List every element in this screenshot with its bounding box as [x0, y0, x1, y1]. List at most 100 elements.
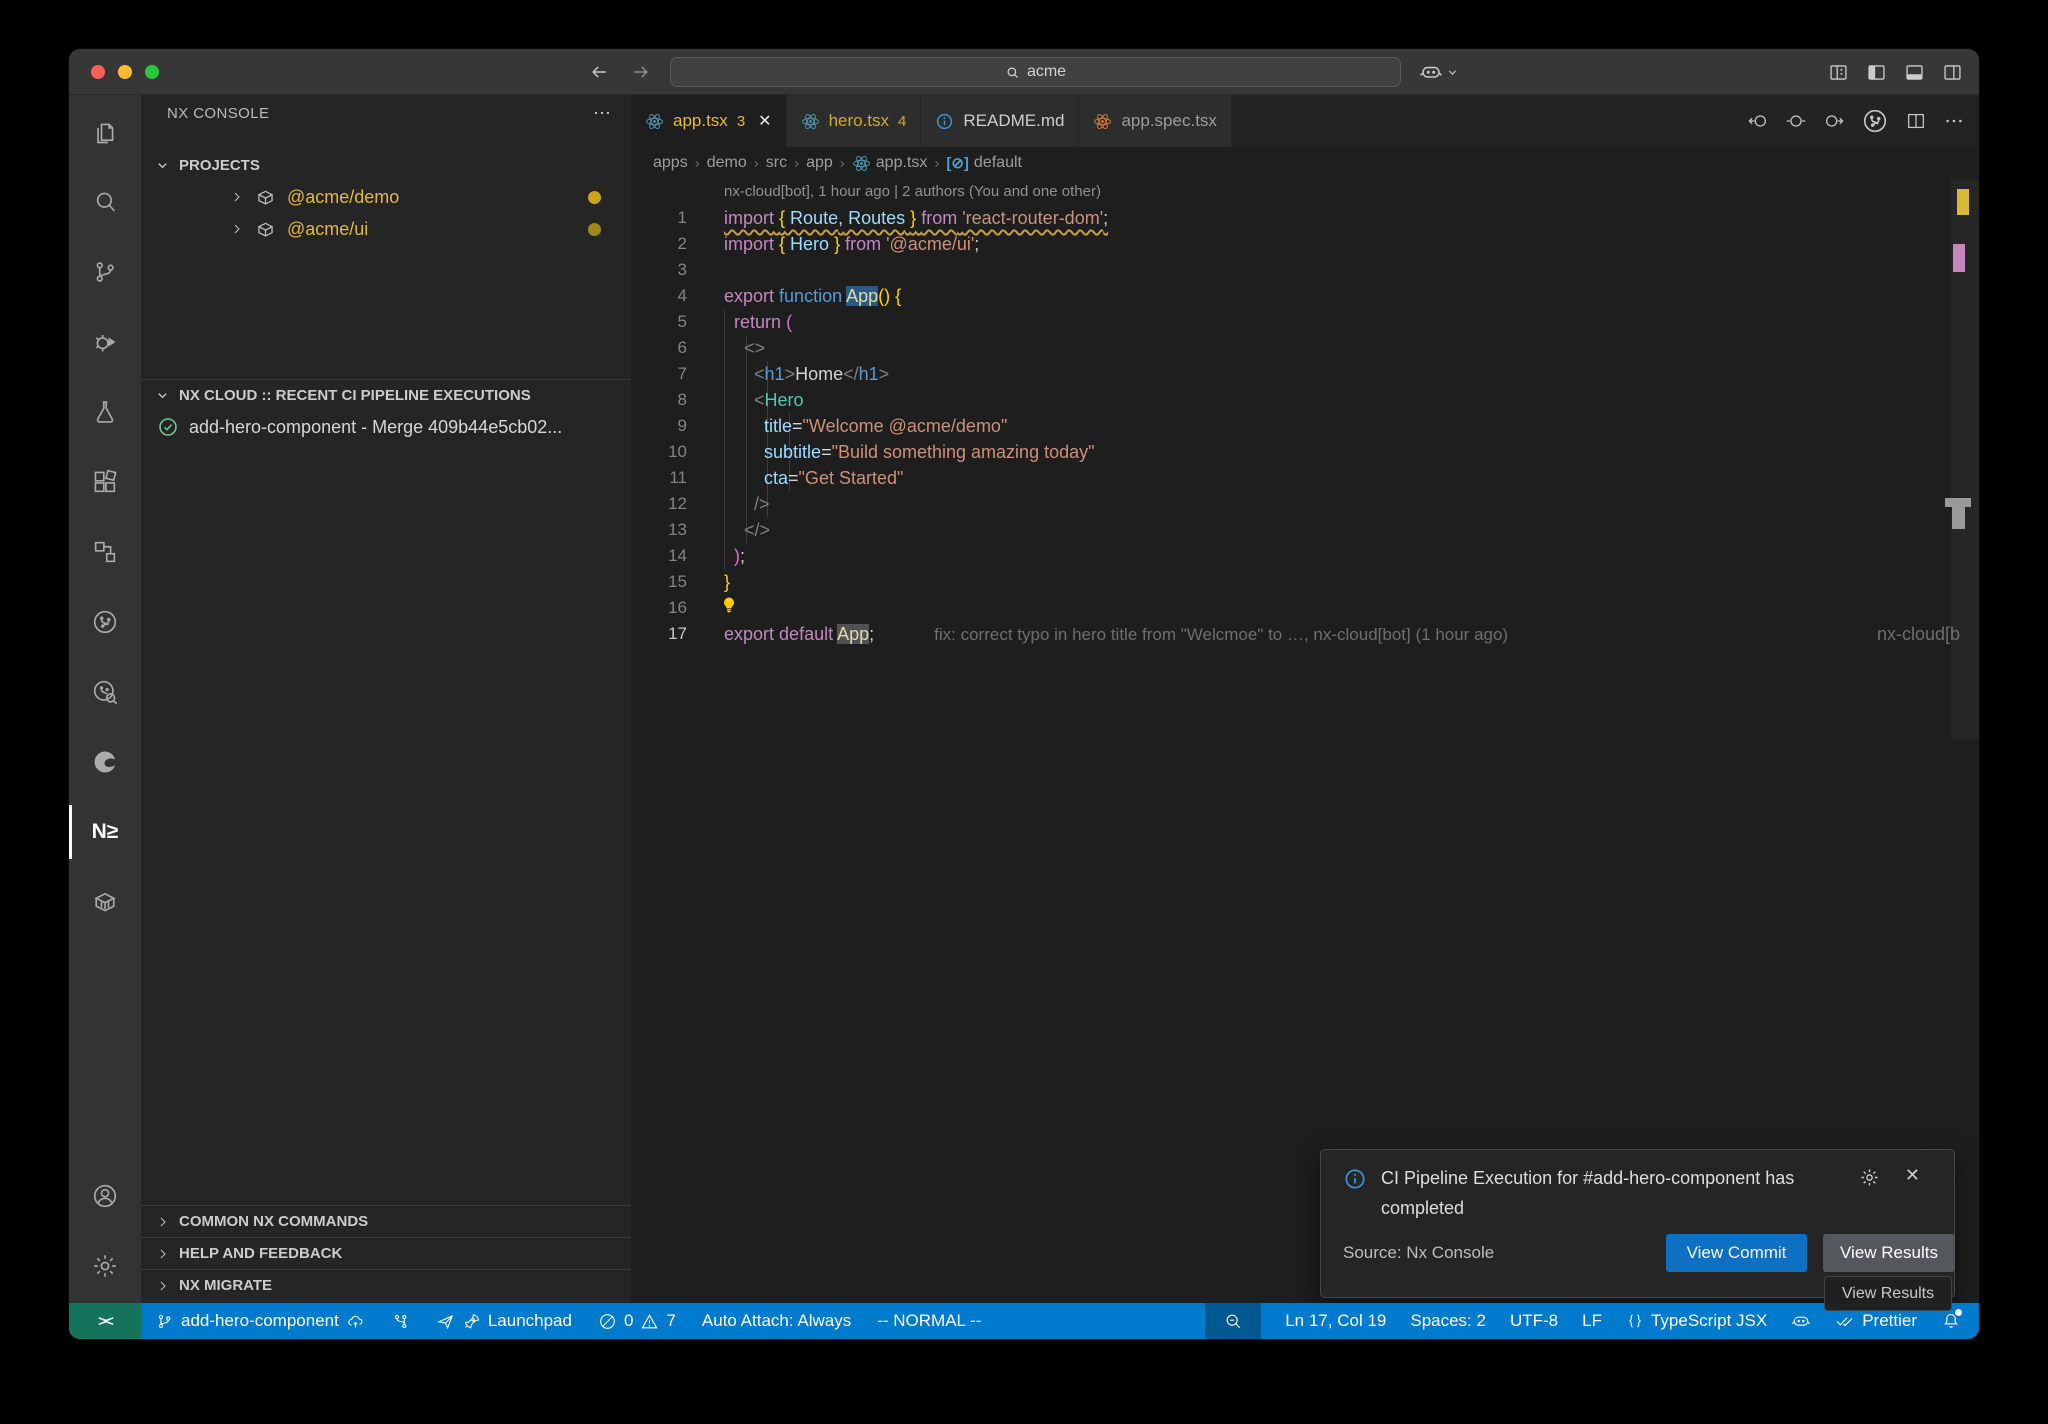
statusbar-launchpad[interactable]: Launchpad	[436, 1311, 572, 1331]
toggle-secondary-sidebar-icon[interactable]	[1942, 62, 1963, 83]
status-dot	[588, 223, 601, 236]
statusbar-indentation[interactable]: Spaces: 2	[1410, 1311, 1486, 1331]
view-commit-button[interactable]: View Commit	[1666, 1234, 1807, 1272]
statusbar-label: TypeScript JSX	[1651, 1311, 1767, 1331]
activity-item-testing[interactable]	[69, 377, 141, 447]
breadcrumb-item[interactable]: src	[766, 154, 787, 172]
statusbar-eol[interactable]: LF	[1582, 1311, 1602, 1331]
activity-item-commit-search[interactable]	[69, 657, 141, 727]
breadcrumb-item[interactable]: app	[806, 154, 833, 172]
git-blame-codelens[interactable]: nx-cloud[bot], 1 hour ago | 2 authors (Y…	[724, 183, 1101, 200]
token: ()	[878, 286, 890, 306]
breadcrumb-file[interactable]: app.tsx	[852, 154, 928, 173]
activity-item-settings[interactable]	[69, 1231, 141, 1301]
section-header-common-nx-commands[interactable]: COMMON NX COMMANDS	[141, 1205, 631, 1237]
section-header-projects[interactable]: PROJECTS	[141, 149, 631, 181]
maximize-window-button[interactable]	[145, 65, 159, 79]
minimize-window-button[interactable]	[118, 65, 132, 79]
statusbar-encoding[interactable]: UTF-8	[1510, 1311, 1558, 1331]
statusbar-auto-attach[interactable]: Auto Attach: Always	[702, 1311, 851, 1331]
code-text: }	[724, 569, 730, 595]
sidebar-more-actions-icon[interactable]: ⋯	[593, 103, 613, 124]
statusbar-problems[interactable]: 07	[598, 1311, 676, 1331]
open-change-icon[interactable]	[1785, 110, 1807, 132]
activity-item-search[interactable]	[69, 167, 141, 237]
statusbar-copilot[interactable]	[1791, 1311, 1811, 1331]
activity-item-accounts[interactable]	[69, 1161, 141, 1231]
breadcrumb-symbol-label: default	[974, 154, 1022, 172]
statusbar-zoom-indicator[interactable]	[1205, 1303, 1261, 1339]
tab-app.spec.tsx[interactable]: app.spec.tsx	[1079, 95, 1231, 147]
token: App	[846, 286, 878, 306]
statusbar-vim-mode[interactable]: -- NORMAL --	[877, 1311, 981, 1331]
pipeline-execution-item[interactable]: add-hero-component - Merge 409b44e5cb02.…	[141, 411, 631, 443]
line-number: 17	[631, 621, 687, 647]
tab-README.md[interactable]: README.md	[921, 95, 1079, 147]
project-item[interactable]: @acme/demo	[141, 181, 631, 213]
code-line: 14 );	[631, 543, 1979, 569]
statusbar-formatter[interactable]: Prettier	[1835, 1311, 1917, 1331]
section-header-nx-cloud[interactable]: NX CLOUD :: RECENT CI PIPELINE EXECUTION…	[141, 379, 631, 411]
statusbar-branch[interactable]: add-hero-component	[155, 1311, 365, 1331]
statusbar-commit-graph[interactable]	[391, 1312, 410, 1331]
chevron-right-icon	[155, 1214, 171, 1230]
token: function	[779, 286, 842, 306]
code-line: 1import { Route, Routes } from 'react-ro…	[631, 205, 1979, 231]
chevron-right-icon[interactable]	[229, 221, 245, 237]
token: >	[785, 364, 796, 384]
project-item[interactable]: @acme/ui	[141, 213, 631, 245]
token	[724, 364, 754, 384]
breadcrumb-item[interactable]: apps	[653, 154, 688, 172]
token: import	[724, 208, 774, 228]
toggle-primary-sidebar-icon[interactable]	[1866, 62, 1887, 83]
code-text: cta="Get Started"	[724, 465, 903, 491]
code-line: 12 />	[631, 491, 1979, 517]
more-actions-icon[interactable]	[1943, 110, 1965, 132]
activity-item-edge-tools[interactable]	[69, 727, 141, 797]
close-window-button[interactable]	[91, 65, 105, 79]
activity-item-source-control[interactable]	[69, 237, 141, 307]
notification-close-icon[interactable]: ✕	[1905, 1165, 1920, 1186]
activity-item-commit-graph[interactable]	[69, 587, 141, 657]
activity-item-extensions[interactable]	[69, 447, 141, 517]
activity-item-dependency-graph[interactable]	[69, 517, 141, 587]
remote-indicator[interactable]: ><	[69, 1303, 141, 1339]
command-center-search[interactable]: acme	[670, 57, 1401, 87]
branch-icon	[155, 1312, 174, 1331]
open-next-change-icon[interactable]	[1823, 110, 1845, 132]
token: (	[786, 312, 792, 332]
token: >	[879, 364, 890, 384]
chevron-down-icon[interactable]	[1446, 66, 1459, 79]
open-previous-change-icon[interactable]	[1747, 110, 1769, 132]
tab-close-icon[interactable]: ✕	[758, 111, 771, 131]
customize-layout-icon[interactable]	[1828, 62, 1849, 83]
code-text: subtitle="Build something amazing today"	[724, 439, 1095, 465]
activity-item-explorer[interactable]	[69, 97, 141, 167]
token: default	[779, 624, 833, 644]
section-header-help-and-feedback[interactable]: HELP AND FEEDBACK	[141, 1237, 631, 1269]
breadcrumb-item[interactable]: demo	[707, 154, 747, 172]
toggle-panel-icon[interactable]	[1904, 62, 1925, 83]
tab-problem-badge: 4	[898, 113, 906, 130]
commit-graph-icon[interactable]	[1861, 107, 1889, 135]
notification-settings-gear-icon[interactable]	[1859, 1167, 1880, 1188]
code-editor[interactable]: nx-cloud[bot], 1 hour ago | 2 authors (Y…	[631, 179, 1979, 1303]
history-forward-icon[interactable]	[631, 62, 651, 82]
tab-app.tsx[interactable]: app.tsx3✕	[631, 95, 787, 147]
lightbulb-icon[interactable]	[719, 595, 739, 615]
statusbar-cursor-position[interactable]: Ln 17, Col 19	[1285, 1311, 1386, 1331]
breadcrumb-symbol[interactable]: [⊘]default	[946, 154, 1022, 172]
statusbar-language-mode[interactable]: TypeScript JSX	[1626, 1311, 1767, 1331]
activity-item-nx-console[interactable]: N≥	[69, 797, 141, 867]
view-results-button[interactable]: View Results	[1823, 1234, 1955, 1272]
chevron-right-icon[interactable]	[229, 189, 245, 205]
copilot-icon	[1791, 1311, 1811, 1331]
tab-hero.tsx[interactable]: hero.tsx4	[787, 95, 922, 147]
copilot-icon[interactable]	[1419, 60, 1443, 84]
activity-item-run-and-debug[interactable]	[69, 307, 141, 377]
statusbar-notifications-bell[interactable]	[1941, 1311, 1961, 1331]
section-header-nx-migrate[interactable]: NX MIGRATE	[141, 1269, 631, 1301]
split-editor-icon[interactable]	[1905, 110, 1927, 132]
activity-item-containers[interactable]	[69, 867, 141, 937]
history-back-icon[interactable]	[589, 62, 609, 82]
